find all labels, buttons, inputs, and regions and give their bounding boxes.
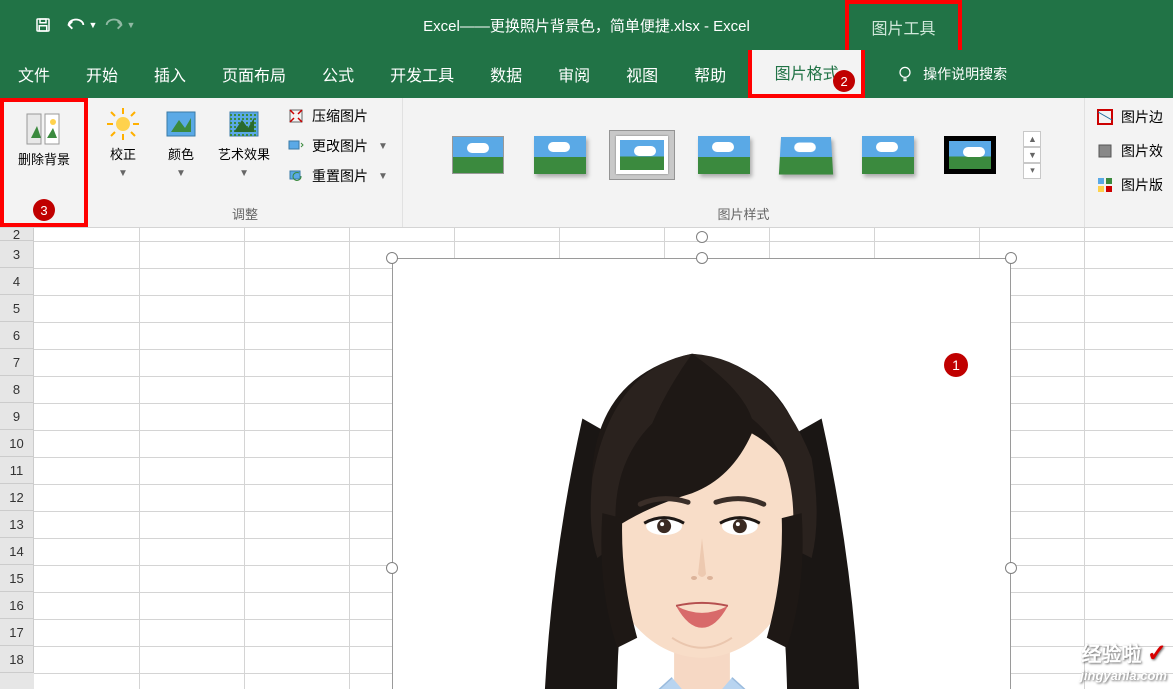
window-title: Excel——更换照片背景色，简单便捷.xlsx - Excel	[423, 15, 750, 36]
picture-border-button[interactable]: 图片边	[1089, 104, 1169, 130]
row-header[interactable]: 3	[0, 241, 34, 268]
tab-home[interactable]: 开始	[68, 50, 136, 98]
tab-help[interactable]: 帮助	[676, 50, 744, 98]
contextual-tab-picture-tools: 图片工具	[845, 0, 962, 50]
group-styles-label: 图片样式	[717, 202, 769, 225]
row-header[interactable]: 17	[0, 619, 34, 646]
title-bar: ▼ ▼ Excel——更换照片背景色，简单便捷.xlsx - Excel 图片工…	[0, 0, 1173, 50]
row-header[interactable]: 5	[0, 295, 34, 322]
remove-background-label: 删除背景	[18, 152, 70, 169]
worksheet-area: 2 3 4 5 6 7 8 9 10 11 12 13 14 15 16 17 …	[0, 228, 1173, 689]
compress-pictures-button[interactable]: 压缩图片	[280, 103, 394, 129]
quick-access-toolbar: ▼ ▼	[0, 5, 137, 45]
picture-style-6[interactable]	[855, 130, 921, 180]
picture-format-highlight: 图片格式 2	[748, 50, 865, 98]
picture-icon	[160, 103, 202, 145]
picture-style-3[interactable]	[609, 130, 675, 180]
check-icon: ✓	[1147, 640, 1167, 667]
row-header[interactable]: 16	[0, 592, 34, 619]
color-button[interactable]: 颜色▼	[154, 101, 208, 183]
gallery-down-button[interactable]: ▼	[1023, 147, 1041, 163]
cell-grid[interactable]: 1	[34, 228, 1173, 689]
sun-icon	[102, 103, 144, 145]
corrections-button[interactable]: 校正▼	[96, 101, 150, 183]
tab-insert[interactable]: 插入	[136, 50, 204, 98]
resize-handle-mid-right[interactable]	[1005, 562, 1017, 574]
border-icon	[1095, 107, 1115, 127]
compress-icon	[286, 106, 306, 126]
row-header[interactable]: 9	[0, 403, 34, 430]
redo-button[interactable]: ▼	[101, 5, 137, 45]
remove-background-icon	[23, 108, 65, 150]
row-header[interactable]: 18	[0, 646, 34, 673]
artistic-effects-button[interactable]: 艺术效果▼	[212, 101, 276, 183]
picture-layout-button[interactable]: 图片版	[1089, 172, 1169, 198]
inserted-photo[interactable]	[393, 259, 1010, 689]
row-header[interactable]: 13	[0, 511, 34, 538]
ribbon-tabs: 文件 开始 插入 页面布局 公式 开发工具 数据 审阅 视图 帮助 图片格式 2…	[0, 50, 1173, 98]
reset-icon	[286, 166, 306, 186]
group-picture-styles: ▲ ▼ ▾ 图片样式	[403, 98, 1085, 227]
effects-icon	[1095, 141, 1115, 161]
picture-style-1[interactable]	[445, 130, 511, 180]
layout-icon	[1095, 175, 1115, 195]
ribbon-content: 删除背景 3 校正▼ 颜色▼ 艺术效果▼ 压缩图片	[0, 98, 1173, 228]
tab-data[interactable]: 数据	[472, 50, 540, 98]
row-header[interactable]: 11	[0, 457, 34, 484]
picture-effects-button[interactable]: 图片效	[1089, 138, 1169, 164]
row-header[interactable]: 8	[0, 376, 34, 403]
resize-handle-top-mid[interactable]	[696, 252, 708, 264]
tab-formulas[interactable]: 公式	[304, 50, 372, 98]
row-header[interactable]: 15	[0, 565, 34, 592]
tab-view[interactable]: 视图	[608, 50, 676, 98]
watermark: 经验啦 ✓ jingyanla.com	[1080, 638, 1167, 683]
undo-button[interactable]: ▼	[63, 5, 99, 45]
change-picture-icon	[286, 136, 306, 156]
remove-background-button[interactable]: 删除背景	[4, 102, 84, 171]
resize-handle-top-left[interactable]	[386, 252, 398, 264]
save-button[interactable]	[25, 5, 61, 45]
picture-style-7[interactable]	[937, 130, 1003, 180]
resize-handle-top-right[interactable]	[1005, 252, 1017, 264]
change-picture-button[interactable]: 更改图片▼	[280, 133, 394, 159]
row-header[interactable]: 4	[0, 268, 34, 295]
reset-picture-button[interactable]: 重置图片▼	[280, 163, 394, 189]
row-header[interactable]: 12	[0, 484, 34, 511]
tab-review[interactable]: 审阅	[540, 50, 608, 98]
row-header[interactable]: 10	[0, 430, 34, 457]
resize-handle-mid-left[interactable]	[386, 562, 398, 574]
tell-me-search[interactable]: 操作说明搜索	[895, 50, 1007, 98]
lightbulb-icon	[895, 64, 915, 84]
rotate-handle[interactable]	[696, 231, 708, 243]
row-header[interactable]: 14	[0, 538, 34, 565]
group-adjust: 校正▼ 颜色▼ 艺术效果▼ 压缩图片 更改图片▼	[88, 98, 403, 227]
artistic-icon	[223, 103, 265, 145]
picture-style-2[interactable]	[527, 130, 593, 180]
group-adjust-label: 调整	[232, 202, 258, 225]
gallery-more-button[interactable]: ▾	[1023, 163, 1041, 179]
annotation-badge-3: 3	[33, 199, 55, 221]
tab-developer[interactable]: 开发工具	[372, 50, 472, 98]
annotation-badge-1: 1	[944, 353, 968, 377]
row-header[interactable]: 2	[0, 228, 34, 241]
style-gallery-arrows: ▲ ▼ ▾	[1023, 131, 1041, 179]
tab-page-layout[interactable]: 页面布局	[204, 50, 304, 98]
picture-style-5[interactable]	[773, 130, 839, 180]
picture-style-4[interactable]	[691, 130, 757, 180]
row-header[interactable]: 6	[0, 322, 34, 349]
row-headers: 2 3 4 5 6 7 8 9 10 11 12 13 14 15 16 17 …	[0, 228, 34, 689]
tab-file[interactable]: 文件	[0, 50, 68, 98]
remove-background-highlight: 删除背景 3	[0, 98, 88, 227]
tell-me-label: 操作说明搜索	[923, 64, 1007, 84]
annotation-badge-2: 2	[833, 70, 855, 92]
row-header[interactable]: 7	[0, 349, 34, 376]
gallery-up-button[interactable]: ▲	[1023, 131, 1041, 147]
picture-format-group: 图片边 图片效 图片版	[1085, 98, 1173, 227]
picture-selection[interactable]	[392, 258, 1011, 689]
